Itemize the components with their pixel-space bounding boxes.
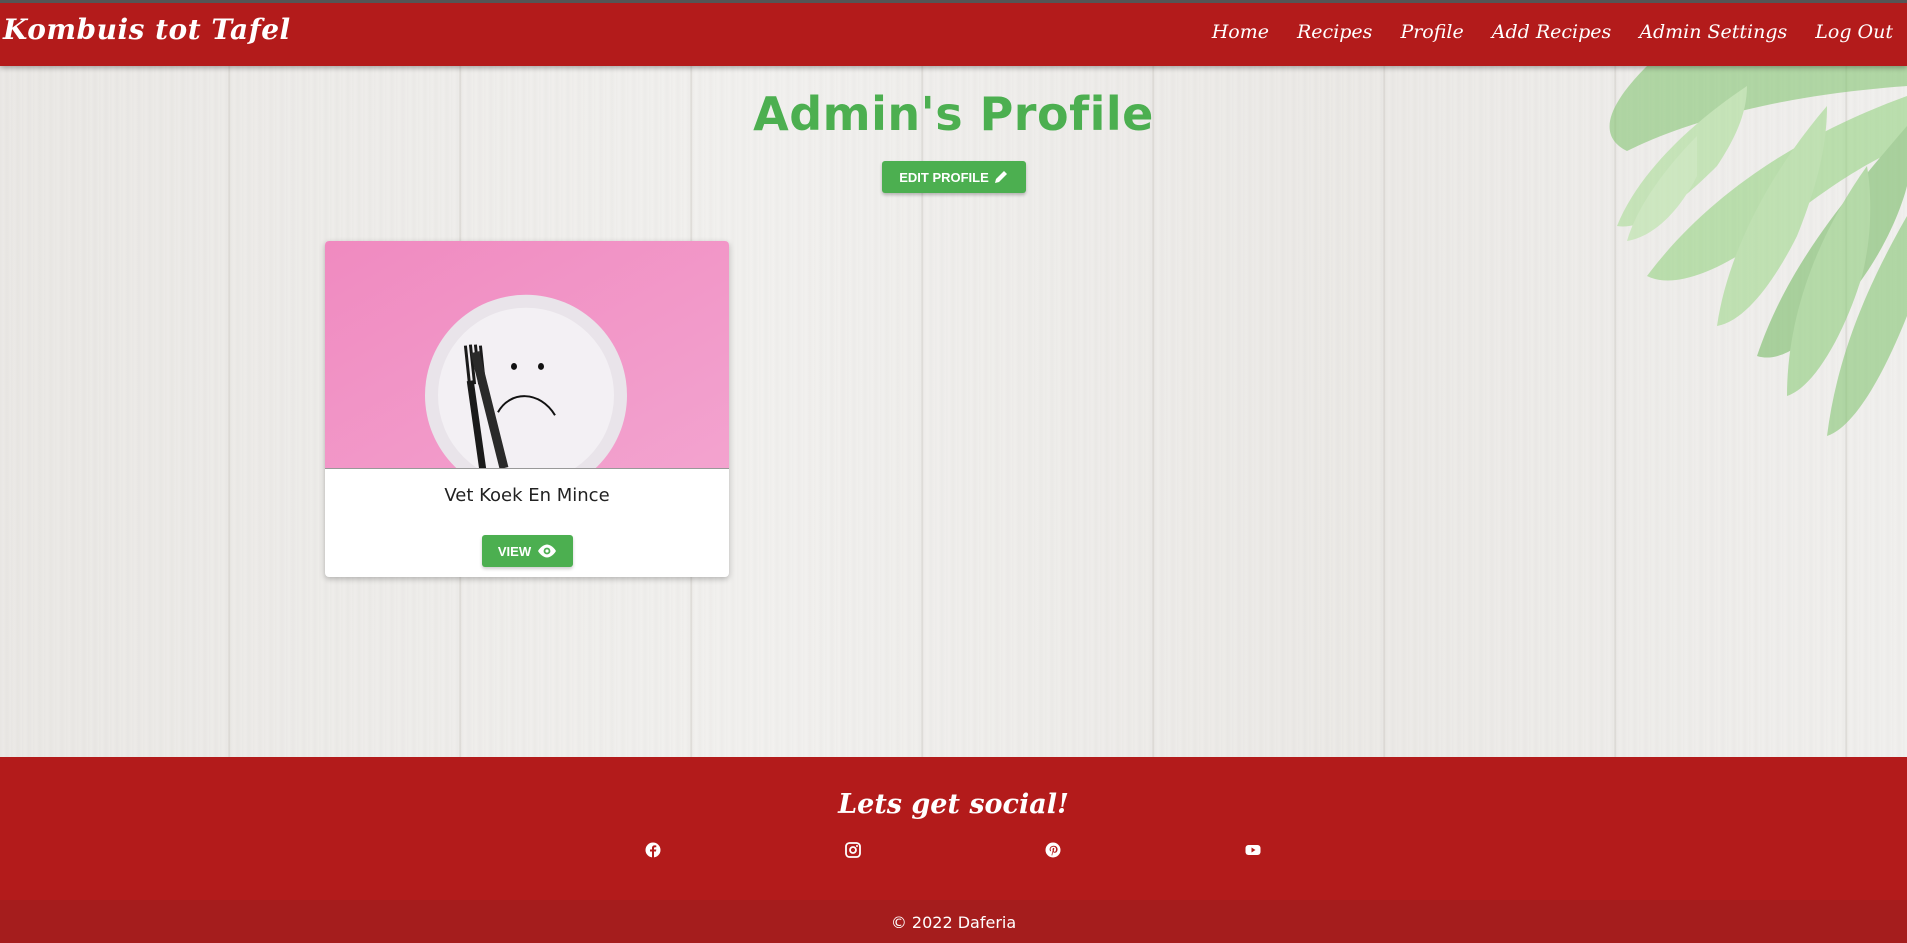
pencil-icon <box>994 171 1007 183</box>
copyright-text: © 2022 Daferia <box>890 913 1017 932</box>
nav-profile[interactable]: Profile <box>1386 21 1477 43</box>
nav-links: Home Recipes Profile Add Recipes Admin S… <box>1198 21 1907 43</box>
brand-logo[interactable]: Kombuis tot Tafel <box>3 13 291 46</box>
recipe-title: Vet Koek En Mince <box>444 485 610 506</box>
view-recipe-button[interactable]: VIEW <box>482 535 573 567</box>
view-label: VIEW <box>497 543 532 559</box>
edit-profile-button[interactable]: EDIT PROFILE <box>882 161 1026 193</box>
facebook-icon[interactable] <box>645 842 661 858</box>
nav-add-recipes[interactable]: Add Recipes <box>1478 21 1626 43</box>
instagram-icon[interactable] <box>845 842 861 858</box>
footer: Lets get social! <box>0 757 1907 900</box>
footer-title: Lets get social! <box>838 789 1069 820</box>
eye-icon <box>538 544 557 558</box>
nav-admin-settings[interactable]: Admin Settings <box>1625 21 1801 43</box>
youtube-icon[interactable] <box>1245 842 1261 858</box>
page-title: Admin's Profile <box>753 87 1154 141</box>
navbar: Kombuis tot Tafel Home Recipes Profile A… <box>0 0 1907 66</box>
main-content: Admin's Profile EDIT PROFILE Vet Koek En… <box>0 66 1907 757</box>
nav-recipes[interactable]: Recipes <box>1283 21 1386 43</box>
edit-profile-label: EDIT PROFILE <box>899 169 989 185</box>
copyright-bar: © 2022 Daferia <box>0 900 1907 943</box>
recipe-image[interactable] <box>325 241 729 469</box>
nav-log-out[interactable]: Log Out <box>1801 21 1907 43</box>
nav-home[interactable]: Home <box>1198 21 1283 43</box>
recipe-card: Vet Koek En Mince VIEW <box>325 241 729 577</box>
pinterest-icon[interactable] <box>1045 842 1061 858</box>
